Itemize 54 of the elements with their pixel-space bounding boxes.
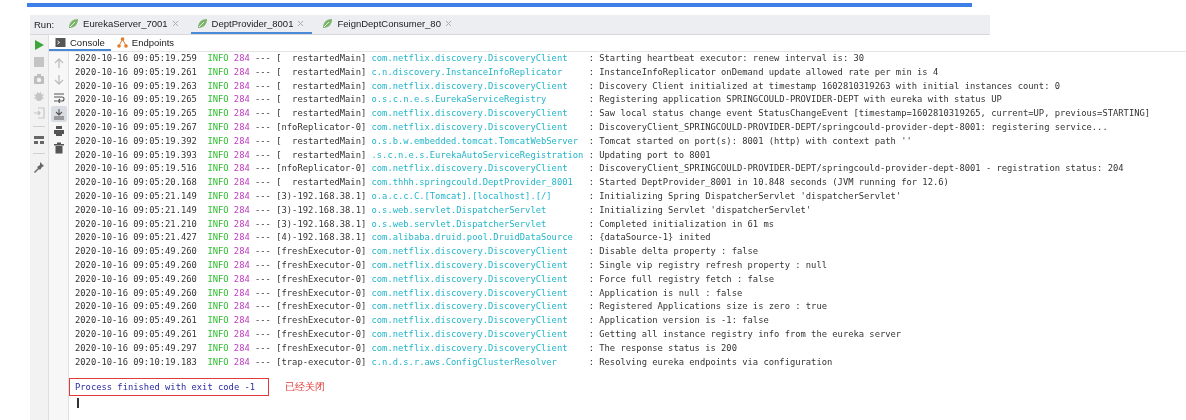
bug-icon[interactable] (33, 90, 45, 102)
sign-in-icon[interactable] (33, 107, 45, 119)
exit-message: Process finished with exit code -1 (75, 382, 256, 393)
log-line: 2020-10-16 09:05:19.393 INFO 284 --- [ restartedMain] .s.c.n.e.s.EurekaAutoServiceRegistration : Updating port to 8001 (75, 148, 712, 162)
run-tab[interactable]: DeptProvider_8001 (190, 15, 313, 34)
close-icon[interactable] (444, 20, 452, 27)
log-line: 2020-10-16 09:05:21.149 INFO 284 --- [3)-192.168.38.1] o.s.web.servlet.DispatcherServlet : Initializing Servlet 'dispatcherServlet' (75, 203, 813, 217)
up-arrow-icon (52, 57, 65, 69)
log-line: 2020-10-16 09:05:19.265 INFO 284 --- [ restartedMain] o.s.c.n.e.s.EurekaServiceRegistry : Registering application SPRINGCOULD-PROVIDER-DEPT with eureka with status UP (75, 93, 1003, 107)
leaf-icon (196, 18, 208, 29)
run-tab[interactable]: EurekaServer_7001 (62, 15, 187, 34)
log-line: 2020-10-16 09:05:19.516 INFO 284 --- [nfoReplicator-0] com.netflix.discovery.DiscoveryClient : DiscoveryClient_SPRINGCOULD-PROVIDER-DEPT/springcould-provider-dept-8001 - registration status: 204 (75, 162, 1125, 176)
printer-icon (52, 125, 65, 137)
log-line: 2020-10-16 09:05:49.260 INFO 284 --- [freshExecutor-0] com.netflix.discovery.DiscoveryClient : Disable delta property : false (75, 245, 760, 259)
log-line: 2020-10-16 09:05:19.267 INFO 284 --- [nfoReplicator-0] com.netflix.discovery.DiscoveryClient : DiscoveryClient_SPRINGCOULD-PROVIDER-DEPT/springcould-provider-dept-8001: registering service... (75, 121, 1109, 134)
log-line: 2020-10-16 09:05:49.260 INFO 284 --- [freshExecutor-0] com.netflix.discovery.DiscoveryClient : Force full registry fetch : false (75, 272, 776, 286)
log-line: 2020-10-16 09:05:19.259 INFO 284 --- [ restartedMain] com.netflix.discovery.DiscoveryClient : Starting heartbeat executor: renew interval is: 30 (75, 52, 866, 65)
log-line: 2020-10-16 09:05:20.168 INFO 284 --- [ restartedMain] com.thhh.springcould.DeptProvider_8001 : Started DeptProvider_8001 in 10.848 seconds (JVM running for 12.6) (75, 176, 950, 190)
layout-icon[interactable] (33, 134, 45, 146)
text-cursor (77, 398, 79, 409)
trash-icon (52, 142, 65, 154)
log-line: 2020-10-16 09:05:21.210 INFO 284 --- [3)-192.168.38.1] o.s.web.servlet.DispatcherServlet : Completed initialization in 61 ms (75, 217, 776, 231)
down-arrow-icon (52, 74, 65, 86)
close-icon[interactable] (171, 20, 179, 27)
log-line: 2020-10-16 09:10:19.183 INFO 284 --- [trap-executor-0] c.n.d.s.r.aws.ConfigClusterResolver : Resolving eureka endpoints via configuration (75, 355, 834, 369)
run-icon[interactable] (33, 39, 45, 51)
log-line: 2020-10-16 09:05:49.297 INFO 284 --- [freshExecutor-0] com.netflix.discovery.DiscoveryClient : The response status is 200 (75, 341, 738, 355)
soft-wrap-icon (52, 91, 65, 103)
run-label: Run: (34, 19, 55, 30)
log-line: 2020-10-16 09:05:19.261 INFO 284 --- [ restartedMain] c.n.discovery.InstanceInfoReplicator : InstanceInfoReplicator onDemand update allowed rate per min is 4 (75, 65, 940, 79)
scroll-to-end-icon (52, 108, 65, 120)
log-line: 2020-10-16 09:05:19.263 INFO 284 --- [ restartedMain] com.netflix.discovery.DiscoveryClient : Discovery Client initialized at timestamp 1602810319263 with initial instances count: 0 (75, 79, 1062, 93)
log-line: 2020-10-16 09:05:49.260 INFO 284 --- [freshExecutor-0] com.netflix.discovery.DiscoveryClient : Registered Applications size is zero : true (75, 300, 828, 314)
log-line: 2020-10-16 09:05:19.392 INFO 284 --- [ restartedMain] o.s.b.w.embedded.tomcat.TomcatWebServer : Tomcat started on port(s): 8001 (http) with context path '' (75, 134, 913, 148)
close-icon[interactable] (297, 20, 305, 27)
console-icon (55, 36, 66, 48)
endpoints-icon (116, 36, 128, 48)
log-line: 2020-10-16 09:05:21.427 INFO 284 --- [4)-192.168.38.1] com.alibaba.druid.pool.DruidDataSource : {dataSource-1} inited (75, 231, 712, 245)
leaf-icon (322, 18, 334, 29)
log-line: 2020-10-16 09:05:21.149 INFO 284 --- [3)-192.168.38.1] o.a.c.c.C.[Tomcat].[localhost].[/] : Initializing Spring DispatcherServlet 'dispatcherServlet' (75, 189, 903, 203)
console-tab[interactable]: Console (49, 35, 111, 51)
scroll-to-end-button[interactable] (50, 106, 67, 122)
annotation-note: 已经关闭 (285, 380, 325, 395)
leaf-icon (68, 18, 80, 29)
log-line: 2020-10-16 09:05:49.261 INFO 284 --- [freshExecutor-0] com.netflix.discovery.DiscoveryClient : Application version is -1: false (75, 314, 770, 328)
log-line: 2020-10-16 09:05:49.260 INFO 284 --- [freshExecutor-0] com.netflix.discovery.DiscoveryClient : Single vip registry refresh property : null (75, 258, 828, 272)
log-line: 2020-10-16 09:05:49.261 INFO 284 --- [freshExecutor-0] com.netflix.discovery.DiscoveryClient : Getting all instance registry info from the eureka server (75, 327, 903, 341)
stop-icon[interactable] (33, 56, 45, 68)
run-tab[interactable]: FeignDeptConsumer_80 (316, 15, 460, 34)
log-line: 2020-10-16 09:05:49.260 INFO 284 --- [freshExecutor-0] com.netflix.discovery.DiscoveryClient : Application is null : false (75, 286, 744, 300)
console-tab[interactable]: Endpoints (110, 35, 181, 51)
camera-icon[interactable] (33, 73, 45, 85)
log-line: 2020-10-16 09:05:19.265 INFO 284 --- [ restartedMain] com.netflix.discovery.DiscoveryClient : Saw local status change event StatusChangeEvent [timestamp=1602810319265, current=UP, previous=STARTING] (75, 107, 1151, 121)
pin-icon[interactable] (33, 161, 45, 173)
